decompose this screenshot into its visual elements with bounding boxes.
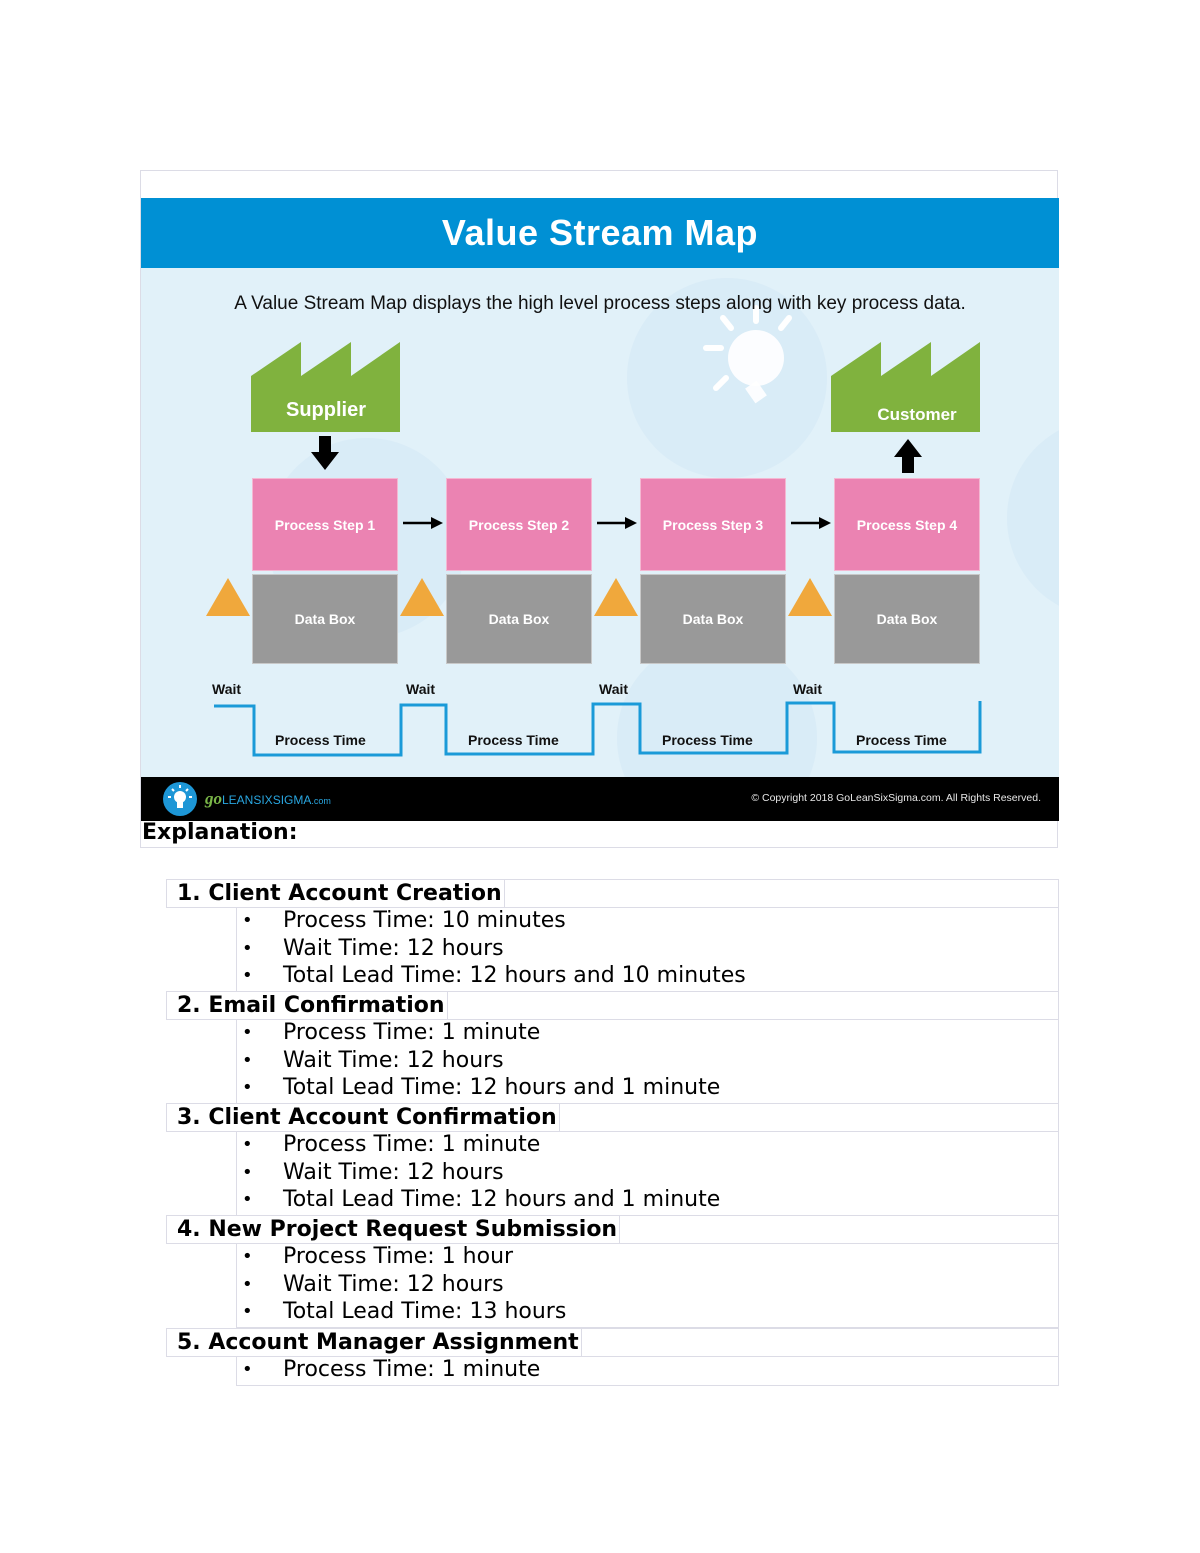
step-title: 2. Email Confirmation [177,992,448,1019]
step-details: • Process Time: 10 minutes • Wait Time: 12… [236,907,1059,992]
bullet-text: Total Lead Time: 13 hours [283,1299,567,1324]
logo-go: go [205,789,222,808]
list-item: • Process Time: 1 minute [237,1356,1058,1384]
step-title: 5. Account Manager Assignment [177,1329,582,1356]
bullet-text: Process Time: 1 minute [283,1020,541,1045]
logo-suffix: .com [311,796,331,806]
bullet-text: Total Lead Time: 12 hours and 1 minute [283,1075,721,1100]
figure-footer: goLEANSIXSIGMA.com © Copyright 2018 GoLe… [141,777,1059,821]
process-time-label: Process Time [662,732,753,748]
step-title: 3. Client Account Confirmation [177,1104,560,1131]
step-heading: 3. Client Account Confirmation [166,1103,1059,1132]
process-time-label: Process Time [856,732,947,748]
step-details: • Process Time: 1 minute • Wait Time: 12 h… [236,1019,1059,1104]
bullet-text: Process Time: 1 minute [283,1132,541,1157]
bullet-icon: • [242,910,253,931]
list-item: • Process Time: 1 hour [237,1243,1058,1271]
wait-label: Wait [599,681,629,697]
wait-label: Wait [793,681,823,697]
bullet-icon: • [242,1022,253,1043]
list-item: • Wait Time: 12 hours [237,1159,1058,1187]
value-stream-map-figure: Value Stream Map A Value Stream Map disp… [141,198,1059,821]
step-details: • Process Time: 1 minute [236,1356,1059,1386]
bullet-icon: • [242,937,253,959]
bullet-icon: • [242,1273,253,1295]
bullet-text: Wait Time: 12 hours [283,1159,504,1185]
lightbulb-logo-icon [163,782,197,816]
explanation-heading: Explanation: [142,820,298,845]
step-heading: 5. Account Manager Assignment [166,1328,1059,1357]
bullet-icon: • [242,1246,253,1267]
logo-main: LEANSIXSIGMA [222,793,312,807]
process-time-label: Process Time [468,732,559,748]
list-item: • Total Lead Time: 12 hours and 1 minute [237,1074,1058,1102]
bullet-text: Process Time: 1 minute [283,1357,541,1382]
step-title: 1. Client Account Creation [177,880,505,907]
bullet-icon: • [242,965,253,986]
list-item: • Process Time: 1 minute [237,1131,1058,1159]
bullet-text: Wait Time: 12 hours [283,1047,504,1073]
list-item: • Total Lead Time: 12 hours and 10 minute… [237,962,1058,990]
copyright-notice: © Copyright 2018 GoLeanSixSigma.com. All… [751,792,1041,804]
step-details: • Process Time: 1 hour • Wait Time: 12 hou… [236,1243,1059,1328]
bullet-icon: • [242,1189,253,1210]
wait-label: Wait [212,681,242,697]
bullet-text: Process Time: 10 minutes [283,908,566,933]
list-item: • Total Lead Time: 13 hours [237,1298,1058,1326]
step-heading: 1. Client Account Creation [166,879,1059,908]
bullet-icon: • [242,1049,253,1071]
list-item: • Process Time: 10 minutes [237,907,1058,935]
list-item: • Wait Time: 12 hours [237,1271,1058,1299]
step-details: • Process Time: 1 minute • Wait Time: 12 h… [236,1131,1059,1216]
bullet-text: Wait Time: 12 hours [283,1271,504,1297]
bullet-text: Total Lead Time: 12 hours and 10 minutes [283,963,746,988]
list-item: • Total Lead Time: 12 hours and 1 minute [237,1186,1058,1214]
wait-label: Wait [406,681,436,697]
bullet-icon: • [242,1134,253,1155]
step-heading: 2. Email Confirmation [166,991,1059,1020]
step-heading: 4. New Project Request Submission [166,1215,1059,1244]
process-time-label: Process Time [275,732,366,748]
bullet-icon: • [242,1161,253,1183]
list-item: • Wait Time: 12 hours [237,935,1058,963]
list-item: • Wait Time: 12 hours [237,1047,1058,1075]
list-item: • Process Time: 1 minute [237,1019,1058,1047]
brand-logo: goLEANSIXSIGMA.com [205,789,331,809]
bullet-text: Total Lead Time: 12 hours and 1 minute [283,1187,721,1212]
step-title: 4. New Project Request Submission [177,1216,621,1243]
bullet-text: Process Time: 1 hour [283,1244,514,1269]
bullet-icon: • [242,1301,253,1322]
bullet-icon: • [242,1077,253,1098]
bullet-icon: • [242,1359,253,1380]
bullet-text: Wait Time: 12 hours [283,935,504,961]
